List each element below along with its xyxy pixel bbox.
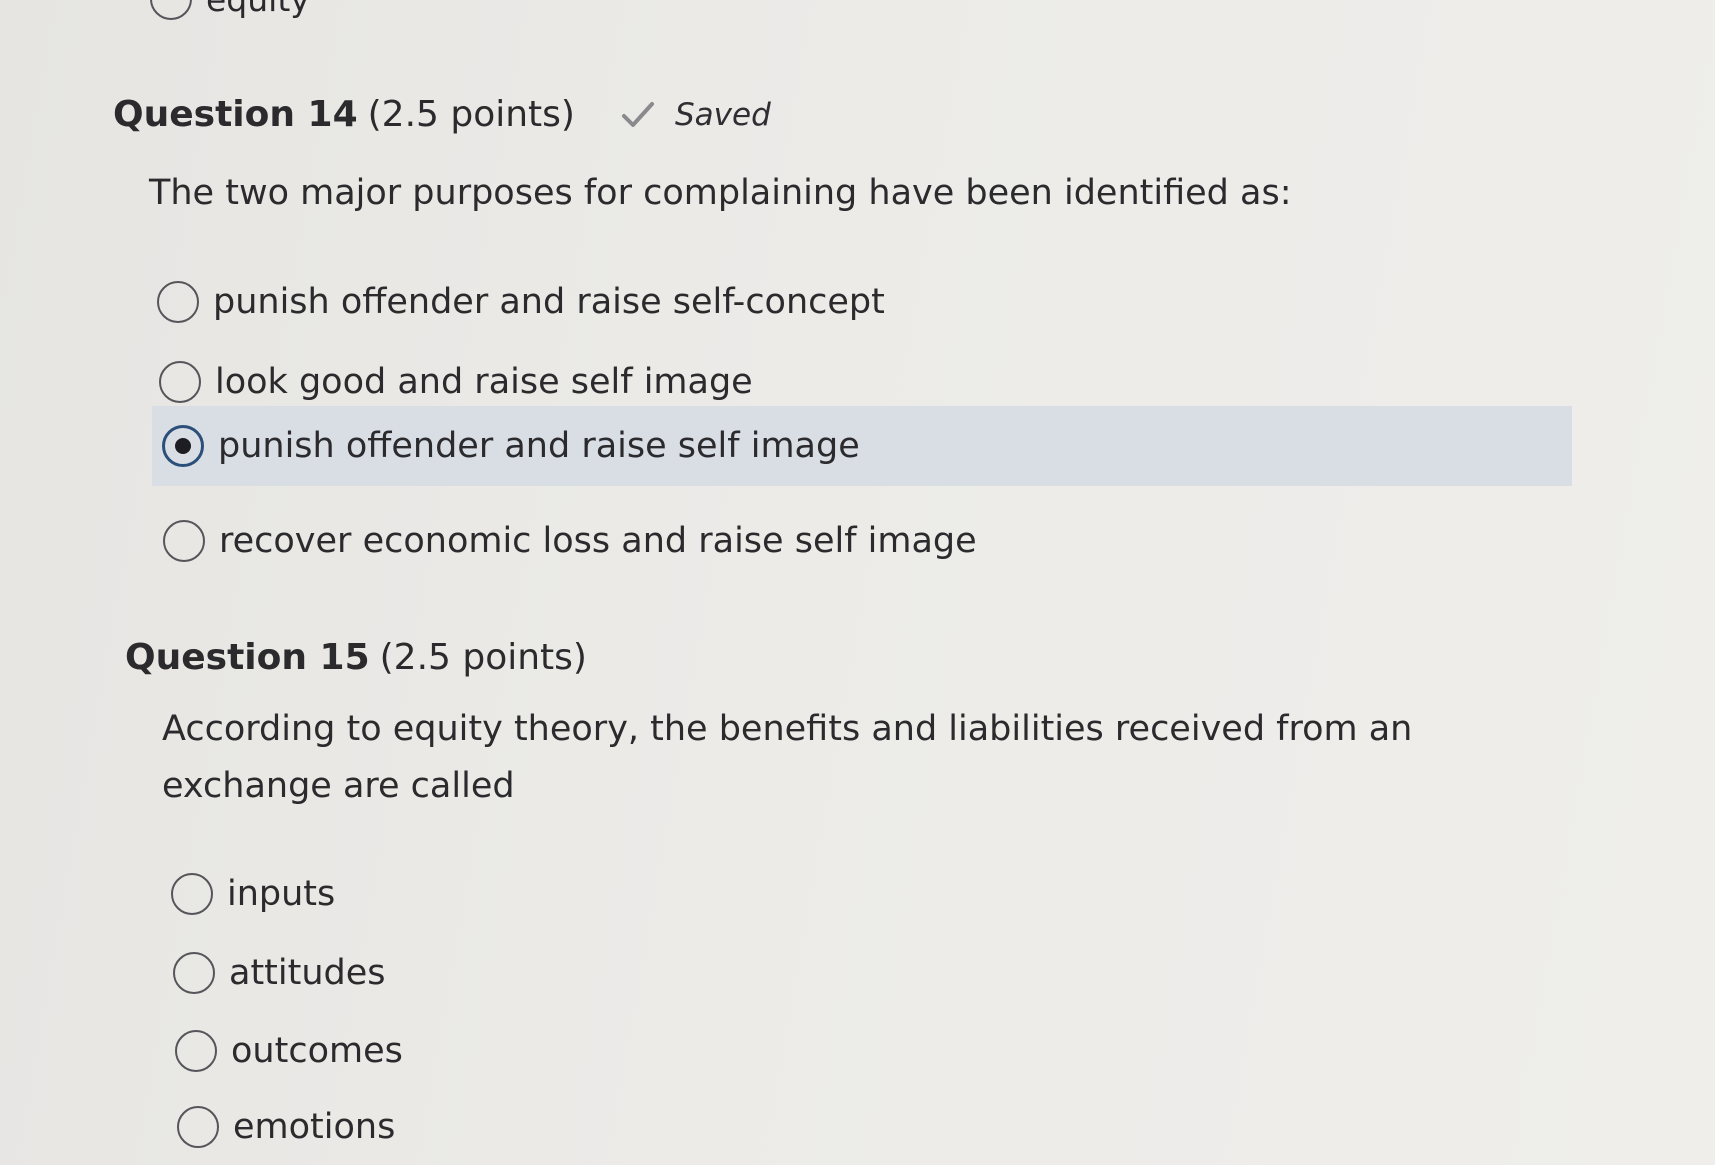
q14-option-4[interactable]: recover economic loss and raise self ima… [153, 502, 1573, 580]
option-label: outcomes [231, 1031, 403, 1071]
option-label: look good and raise self image [215, 362, 753, 402]
question-title: Question 14 [113, 94, 358, 135]
q15-option-3[interactable]: outcomes [165, 1012, 1585, 1090]
question-15-header: Question 15 (2.5 points) [125, 637, 587, 678]
question-title: Question 15 [125, 637, 370, 678]
option-label: punish offender and raise self-concept [213, 282, 885, 322]
radio-dot [175, 438, 191, 454]
question-15-text: According to equity theory, the benefits… [162, 709, 1413, 806]
radio-button[interactable] [150, 0, 192, 20]
q14-option-3-selected[interactable]: punish offender and raise self image [152, 406, 1572, 486]
question-points: (2.5 points) [379, 637, 587, 678]
previous-question-option[interactable]: equity [150, 0, 310, 20]
option-label: recover economic loss and raise self ima… [219, 521, 977, 561]
quiz-page: equity Question 14 (2.5 points) Saved Th… [0, 0, 1715, 1165]
saved-label: Saved [674, 96, 771, 133]
q15-option-1[interactable]: inputs [161, 855, 1581, 933]
radio-button[interactable] [157, 281, 199, 323]
option-label: punish offender and raise self image [218, 426, 860, 466]
question-14-text: The two major purposes for complaining h… [149, 173, 1292, 213]
radio-button[interactable] [175, 1030, 217, 1072]
q14-option-1[interactable]: punish offender and raise self-concept [147, 263, 1567, 341]
option-label: inputs [227, 874, 336, 914]
option-label: equity [206, 0, 310, 19]
radio-button[interactable] [177, 1106, 219, 1148]
q15-option-4[interactable]: emotions [167, 1088, 1587, 1165]
question-14-header: Question 14 (2.5 points) Saved [113, 94, 771, 135]
radio-button[interactable] [159, 361, 201, 403]
radio-button[interactable] [171, 873, 213, 915]
option-label: attitudes [229, 953, 386, 993]
radio-button[interactable] [173, 952, 215, 994]
radio-button-checked[interactable] [162, 425, 204, 467]
radio-button[interactable] [163, 520, 205, 562]
question-points: (2.5 points) [367, 94, 575, 135]
option-label: emotions [233, 1107, 396, 1147]
check-icon [621, 101, 654, 127]
q15-option-2[interactable]: attitudes [163, 934, 1583, 1012]
saved-status: Saved [621, 97, 771, 133]
